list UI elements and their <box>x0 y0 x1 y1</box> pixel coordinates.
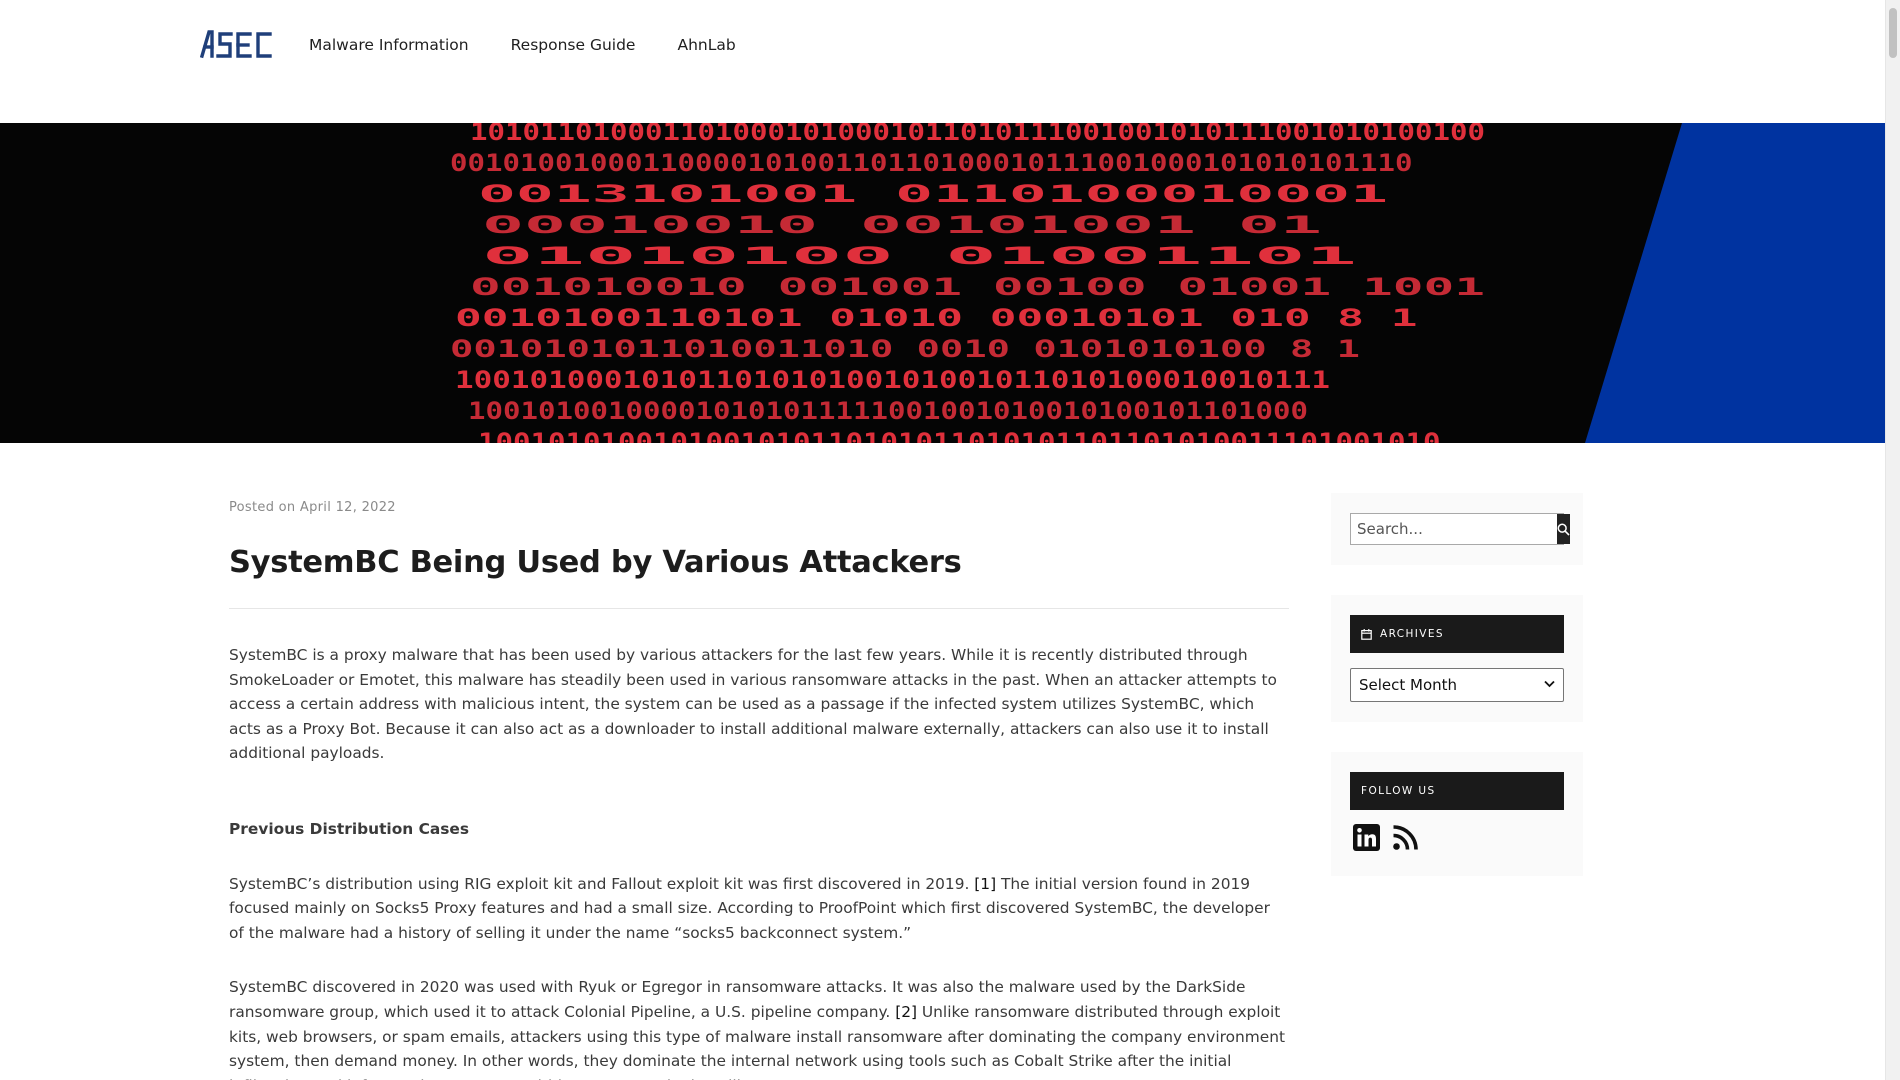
archives-widget: ARCHIVES Select Month <box>1331 595 1583 722</box>
search-widget <box>1331 493 1583 565</box>
binary-row: 1010110100011010001010001011010111001001… <box>470 123 1485 146</box>
search-form <box>1350 513 1570 545</box>
nav-malware-information[interactable]: Malware Information <box>309 36 469 54</box>
main-nav: Malware Information Response Guide AhnLa… <box>309 36 736 54</box>
divider <box>229 608 1289 609</box>
page-title: SystemBC Being Used by Various Attackers <box>229 545 962 580</box>
site-header: Malware Information Response Guide AhnLa… <box>0 0 1885 123</box>
posted-date-link[interactable]: April 12, 2022 <box>300 500 396 515</box>
archives-title-text: ARCHIVES <box>1380 628 1444 640</box>
reference-link-2[interactable]: [2] <box>895 1003 917 1021</box>
archives-title: ARCHIVES <box>1350 615 1564 653</box>
section-heading: Previous Distribution Cases <box>229 819 470 838</box>
posted-prefix: Posted on <box>229 500 296 515</box>
rss-icon[interactable] <box>1392 824 1419 851</box>
binary-row: 00010010 00101001 01 <box>482 211 1322 239</box>
p2-text-a: SystemBC’s distribution using RIG exploi… <box>229 874 975 893</box>
linkedin-icon[interactable] <box>1353 824 1380 851</box>
binary-row: 0010100100011000010100110110100010111001… <box>450 149 1413 177</box>
nav-response-guide[interactable]: Response Guide <box>511 36 636 54</box>
binary-row: 0013101001 0110100010001 <box>478 180 1388 208</box>
article: Posted on April 12, 2022 SystemBC Being … <box>229 500 1289 1080</box>
calendar-icon <box>1361 628 1372 640</box>
binary-row: 0010100110101 01010 00010101 010 8 1 <box>455 304 1418 332</box>
scrollbar-thumb[interactable] <box>1889 8 1897 58</box>
search-icon <box>1557 523 1570 536</box>
reference-link-1[interactable]: [1] <box>974 875 996 893</box>
paragraph-intro: SystemBC is a proxy malware that has bee… <box>229 646 1277 763</box>
hero-banner: 1010110100011010001010001011010111001001… <box>0 123 1885 443</box>
nav-ahnlab[interactable]: AhnLab <box>677 36 735 54</box>
binary-row: 1001010001010110101010010100101101010001… <box>455 366 1330 394</box>
binary-row: 001010010 001001 00100 01001 1001 <box>470 273 1485 301</box>
follow-widget: FOLLOW US <box>1331 752 1583 876</box>
search-input[interactable] <box>1351 514 1557 544</box>
archives-select-value: Select Month <box>1359 676 1458 694</box>
post-date: Posted on April 12, 2022 <box>229 500 1289 515</box>
follow-title: FOLLOW US <box>1350 772 1564 810</box>
paragraph-2020: SystemBC discovered in 2020 was used wit… <box>229 975 1289 1080</box>
binary-row: 01010100 01001101 <box>482 242 1357 270</box>
asec-logo[interactable] <box>200 28 272 60</box>
social-links <box>1353 824 1419 851</box>
binary-row: 1001010100101001010110101011010101101101… <box>478 428 1441 443</box>
chevron-down-icon <box>1544 680 1555 688</box>
search-button[interactable] <box>1557 514 1570 544</box>
page-scrollbar[interactable] <box>1885 0 1900 1080</box>
archives-month-select[interactable]: Select Month <box>1350 668 1564 702</box>
paragraph-2019: SystemBC’s distribution using RIG exploi… <box>229 872 1289 946</box>
hero-image: 1010110100011010001010001011010111001001… <box>0 123 1885 443</box>
binary-row: 0010101011010011010 0010 0101010100 8 1 <box>450 335 1360 363</box>
article-body: SystemBC is a proxy malware that has bee… <box>229 643 1289 1080</box>
binary-row: 1001010010000101010111110010010100101001… <box>468 397 1308 425</box>
